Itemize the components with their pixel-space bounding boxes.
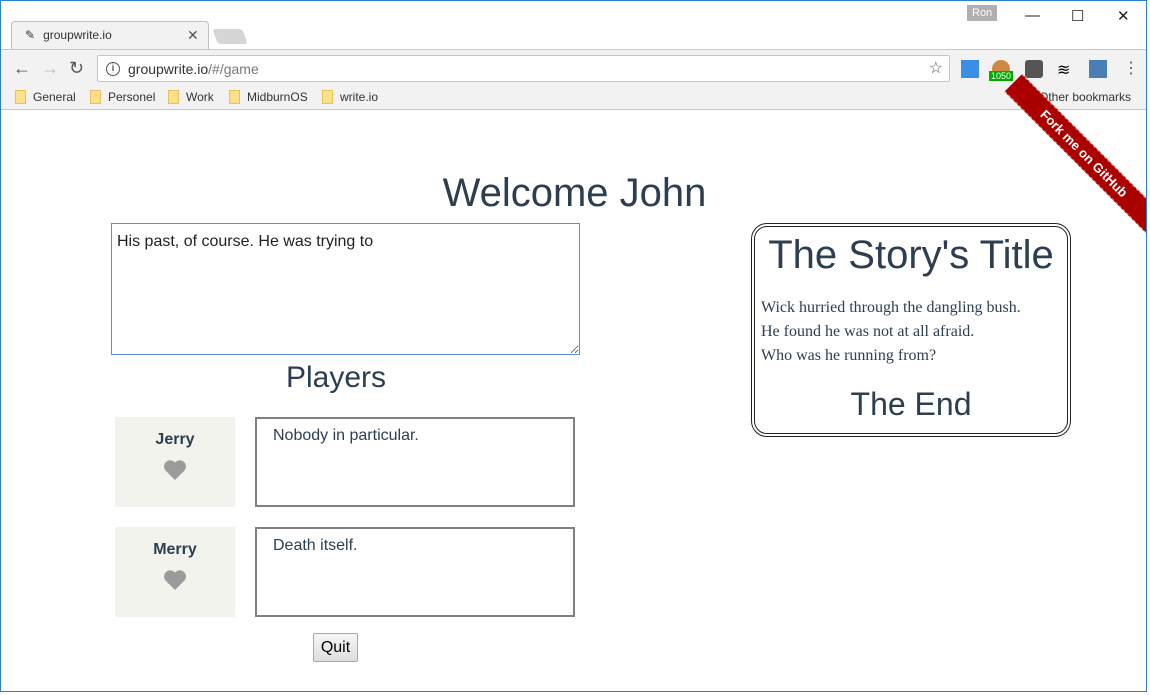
players-heading: Players bbox=[285, 361, 387, 394]
tab-label[interactable]: ✎ groupwrite.io bbox=[25, 28, 112, 42]
story-line: He found he was not at all afraid. bbox=[761, 323, 975, 340]
title-bar: ✎ groupwrite.io ✕ Ron — ☐ ✕ bbox=[1, 1, 1146, 50]
profile-button[interactable]: Ron bbox=[967, 5, 998, 21]
extension-badge: 1050 bbox=[989, 71, 1014, 81]
bookmark-general[interactable]: General bbox=[15, 90, 76, 104]
player-suggestion[interactable]: Nobody in particular. bbox=[255, 417, 575, 507]
folder-icon bbox=[322, 90, 333, 104]
close-window-icon[interactable]: ✕ bbox=[1117, 7, 1130, 25]
quit-button[interactable]: Quit bbox=[313, 633, 358, 662]
address-bar[interactable]: i groupwrite.io/#/game ☆ bbox=[97, 55, 950, 82]
story-end: The End bbox=[850, 386, 972, 422]
toolbar: ← → ↻ i groupwrite.io/#/game ☆ 1050 ≋ ⋮ bbox=[1, 49, 1146, 86]
forward-icon[interactable]: → bbox=[41, 58, 59, 79]
menu-icon[interactable]: ⋮ bbox=[1123, 58, 1139, 78]
folder-icon bbox=[168, 90, 179, 104]
bookmark-writeio[interactable]: write.io bbox=[322, 90, 378, 104]
story-title: The Story's Title bbox=[768, 233, 1054, 277]
player-card: Merry bbox=[115, 527, 235, 617]
tab-close-icon[interactable]: ✕ bbox=[187, 27, 199, 44]
buffer-icon[interactable]: ≋ bbox=[1057, 60, 1075, 79]
folder-icon bbox=[229, 90, 240, 104]
bookmarks-bar: General Personel Work MidburnOS write.io… bbox=[1, 86, 1146, 110]
story-line: Wick hurried through the dangling bush. bbox=[761, 299, 1021, 316]
info-icon[interactable]: i bbox=[106, 61, 120, 76]
bookmark-work[interactable]: Work bbox=[168, 90, 214, 104]
folder-icon bbox=[90, 90, 101, 104]
heart-icon[interactable] bbox=[163, 569, 187, 591]
maximize-icon[interactable]: ☐ bbox=[1071, 7, 1084, 25]
player-name: Merry bbox=[153, 541, 197, 558]
pocket-icon[interactable] bbox=[1025, 60, 1043, 78]
extension-list-icon[interactable] bbox=[1089, 60, 1107, 78]
heart-icon[interactable] bbox=[163, 459, 187, 481]
player-suggestion[interactable]: Death itself. bbox=[255, 527, 575, 617]
page-content: Welcome John His past, of course. He was… bbox=[1, 111, 1146, 691]
reload-icon[interactable]: ↻ bbox=[69, 58, 84, 79]
back-icon[interactable]: ← bbox=[13, 58, 31, 79]
story-input[interactable]: His past, of course. He was trying to bbox=[111, 223, 580, 355]
bookmark-midburnos[interactable]: MidburnOS bbox=[229, 90, 308, 104]
player-name: Jerry bbox=[155, 431, 195, 448]
bookmark-star-icon[interactable]: ☆ bbox=[929, 58, 943, 78]
minimize-icon[interactable]: — bbox=[1025, 7, 1040, 24]
bookmark-personel[interactable]: Personel bbox=[90, 90, 155, 104]
player-card: Jerry bbox=[115, 417, 235, 507]
new-tab-button[interactable] bbox=[212, 29, 248, 44]
story-panel: The Story's Title Wick hurried through t… bbox=[751, 223, 1071, 437]
folder-icon bbox=[15, 90, 26, 104]
story-line: Who was he running from? bbox=[761, 347, 937, 364]
extension-window-icon[interactable] bbox=[961, 60, 979, 78]
page-title: Welcome John bbox=[442, 171, 707, 215]
browser-window: ✎ groupwrite.io ✕ Ron — ☐ ✕ ← → ↻ i grou… bbox=[0, 0, 1147, 692]
edit-icon: ✎ bbox=[25, 28, 36, 42]
